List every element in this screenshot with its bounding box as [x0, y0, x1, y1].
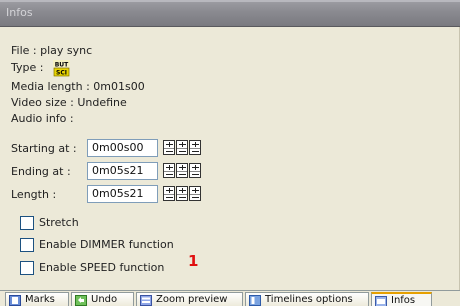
- audio-info: Audio info :: [11, 112, 74, 125]
- infos-panel: Infos File : play sync Type : BUT SCI Me…: [0, 0, 460, 306]
- dimmer-checkbox[interactable]: [20, 238, 34, 252]
- media-length-info: Media length : 0m01s00: [11, 80, 145, 93]
- starting-label: Starting at :: [11, 142, 77, 155]
- tab-infos[interactable]: Infos: [371, 292, 432, 306]
- starting-field[interactable]: 0m00s00: [87, 139, 158, 157]
- annotation-marker: 1: [188, 252, 199, 270]
- type-icon-top-text: BUT: [55, 62, 69, 69]
- length-minutes-spinner[interactable]: [163, 186, 175, 201]
- speed-checkbox[interactable]: [20, 261, 34, 275]
- title-bar-highlight: [0, 0, 460, 2]
- tab-bar: Marks Undo Zoom preview Timelines option…: [0, 290, 460, 306]
- starting-seconds-spinner[interactable]: [176, 140, 188, 155]
- starting-minutes-spinner[interactable]: [163, 140, 175, 155]
- marks-icon: [9, 295, 21, 306]
- stretch-checkbox[interactable]: [20, 216, 34, 230]
- length-seconds-spinner[interactable]: [176, 186, 188, 201]
- ending-seconds-spinner[interactable]: [176, 163, 188, 178]
- tab-zoom-preview[interactable]: Zoom preview: [136, 292, 243, 306]
- stretch-label[interactable]: Stretch: [39, 216, 79, 229]
- ending-frames-spinner[interactable]: [189, 163, 201, 178]
- tab-timelines-options-label: Timelines options: [265, 294, 353, 305]
- ending-field[interactable]: 0m05s21: [87, 162, 158, 180]
- tab-undo-label: Undo: [91, 294, 118, 305]
- dimmer-label[interactable]: Enable DIMMER function: [39, 238, 174, 251]
- timelines-options-icon: [249, 295, 261, 306]
- speed-label[interactable]: Enable SPEED function: [39, 261, 164, 274]
- infos-icon: [375, 296, 387, 306]
- starting-frames-spinner[interactable]: [189, 140, 201, 155]
- tab-undo[interactable]: Undo: [71, 292, 134, 306]
- zoom-preview-icon: [140, 295, 152, 306]
- type-label: Type :: [11, 61, 44, 74]
- panel-title: Infos: [6, 6, 33, 19]
- ending-label: Ending at :: [11, 165, 71, 178]
- but-sci-icon: BUT SCI: [53, 60, 70, 77]
- panel-title-bar[interactable]: Infos: [0, 0, 460, 27]
- file-info: File : play sync: [11, 44, 93, 57]
- length-frames-spinner[interactable]: [189, 186, 201, 201]
- type-icon-bottom-text: SCI: [56, 70, 67, 77]
- length-label: Length :: [11, 188, 57, 201]
- undo-icon: [75, 295, 87, 306]
- tab-marks-label: Marks: [25, 294, 55, 305]
- tab-zoom-preview-label: Zoom preview: [156, 294, 228, 305]
- tab-timelines-options[interactable]: Timelines options: [245, 292, 369, 306]
- tab-infos-label: Infos: [391, 295, 416, 306]
- ending-minutes-spinner[interactable]: [163, 163, 175, 178]
- length-field[interactable]: 0m05s21: [87, 185, 158, 203]
- tab-marks[interactable]: Marks: [5, 292, 69, 306]
- video-size-info: Video size : Undefine: [11, 96, 127, 109]
